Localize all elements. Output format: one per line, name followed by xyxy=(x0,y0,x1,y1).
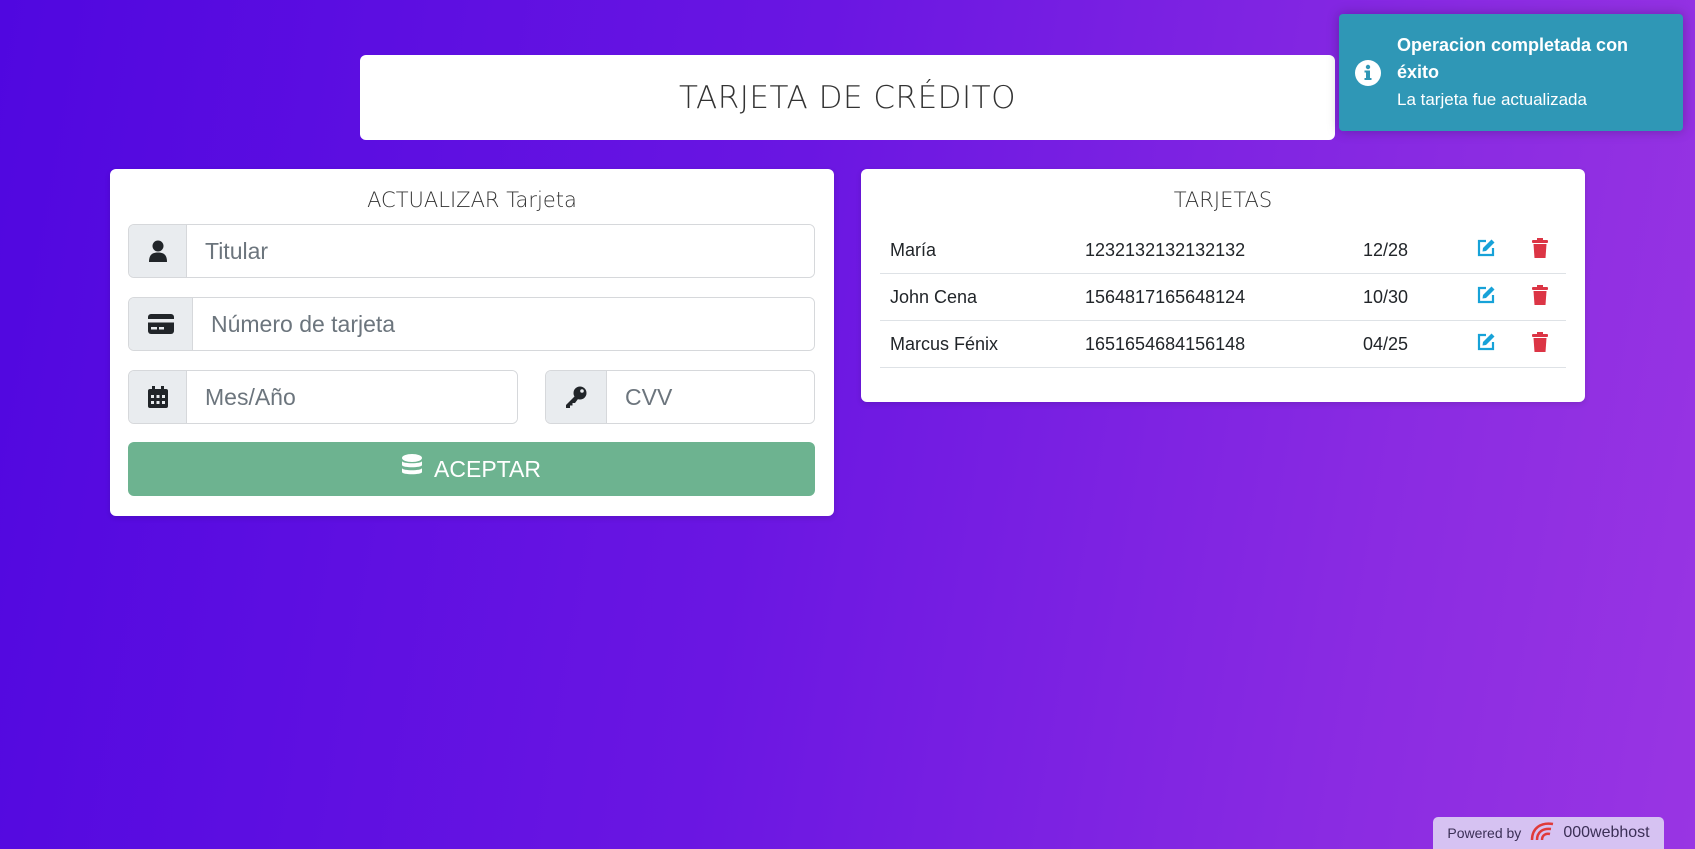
toast-title: Operacion completada con éxito xyxy=(1397,35,1629,82)
card-holder: John Cena xyxy=(880,273,1075,321)
trash-icon[interactable] xyxy=(1532,237,1549,258)
holder-input-group xyxy=(128,224,815,278)
accept-button[interactable]: ACEPTAR xyxy=(128,442,815,496)
info-icon xyxy=(1339,59,1397,86)
holder-input[interactable] xyxy=(187,225,814,277)
card-number-input[interactable] xyxy=(193,298,814,350)
card-number: 1651654684156148 xyxy=(1075,320,1353,368)
trash-icon[interactable] xyxy=(1532,284,1549,305)
accept-button-label: ACEPTAR xyxy=(434,455,541,482)
trash-icon[interactable] xyxy=(1532,331,1549,352)
toast-message: La tarjeta fue actualizada xyxy=(1397,90,1587,109)
success-toast[interactable]: Operacion completada con éxito La tarjet… xyxy=(1339,14,1683,131)
table-row: María 1232132132132132 12/28 xyxy=(880,227,1566,274)
calendar-icon xyxy=(129,371,187,423)
card-expiry: 10/30 xyxy=(1353,273,1458,321)
edit-icon[interactable] xyxy=(1476,285,1496,305)
cvv-input-group xyxy=(545,370,815,424)
edit-icon[interactable] xyxy=(1476,238,1496,258)
cvv-input[interactable] xyxy=(607,371,814,423)
card-holder: María xyxy=(880,227,1075,274)
form-title: ACTUALIZAR Tarjeta xyxy=(367,188,577,212)
card-holder: Marcus Fénix xyxy=(880,320,1075,368)
powered-by-badge[interactable]: Powered by 000webhost xyxy=(1433,817,1664,849)
card-expiry: 04/25 xyxy=(1353,320,1458,368)
card-expiry: 12/28 xyxy=(1353,227,1458,274)
database-icon xyxy=(402,454,423,484)
update-card-form: ACTUALIZAR Tarjeta ACEPTAR xyxy=(110,169,834,516)
expiry-input-group xyxy=(128,370,518,424)
page-title-card: TARJETA DE CRÉDITO xyxy=(360,55,1335,140)
table-row: Marcus Fénix 1651654684156148 04/25 xyxy=(880,320,1566,368)
credit-card-icon xyxy=(129,298,193,350)
user-icon xyxy=(129,225,187,277)
webhost-brand: 000webhost xyxy=(1563,824,1650,841)
card-number: 1564817165648124 xyxy=(1075,273,1353,321)
number-input-group xyxy=(128,297,815,351)
key-icon xyxy=(546,371,607,423)
powered-by-text: Powered by xyxy=(1447,825,1522,841)
cards-list: TARJETAS María 1232132132132132 12/28 Jo… xyxy=(861,169,1585,402)
expiry-input[interactable] xyxy=(187,371,517,423)
card-number: 1232132132132132 xyxy=(1075,227,1353,274)
webhost-logo-icon xyxy=(1529,820,1555,847)
page-title: TARJETA DE CRÉDITO xyxy=(678,79,1017,116)
edit-icon[interactable] xyxy=(1476,332,1496,352)
cards-table: María 1232132132132132 12/28 John Cena 1… xyxy=(880,227,1566,368)
table-row: John Cena 1564817165648124 10/30 xyxy=(880,273,1566,321)
list-title: TARJETAS xyxy=(1173,188,1273,212)
